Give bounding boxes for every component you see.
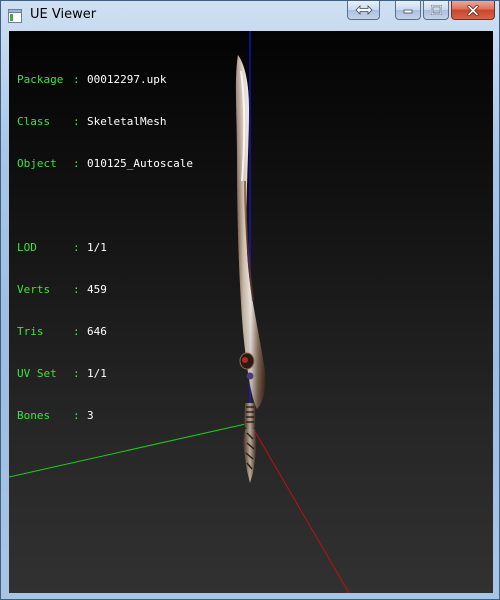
info-label: Package: [17, 73, 64, 86]
info-value: 3: [87, 409, 94, 422]
info-label: Class: [17, 115, 51, 128]
app-window: UE Viewer Package: 00012297.upk Class:…: [0, 0, 500, 600]
info-label: Verts: [17, 283, 51, 296]
close-button[interactable]: [451, 1, 495, 20]
info-label: Bones: [17, 409, 51, 422]
info-label: Object: [17, 157, 57, 170]
window-app-icon: [8, 9, 22, 23]
info-separator: :: [73, 241, 80, 254]
info-separator: :: [73, 367, 80, 380]
info-row-bones: Bones:3: [17, 409, 193, 423]
info-value: SkeletalMesh: [87, 115, 167, 128]
info-separator: :: [73, 115, 80, 128]
info-value: 010125_Autoscale: [87, 157, 193, 170]
title-bar[interactable]: UE Viewer: [1, 1, 500, 31]
info-row-lod: LOD:1/1: [17, 241, 193, 255]
info-row-class: Class: SkeletalMesh: [17, 115, 193, 129]
render-viewport[interactable]: Package:00012297.upk Class: SkeletalMesh …: [9, 31, 493, 593]
axis-x-line: [249, 422, 350, 593]
caption-buttons: [347, 1, 495, 21]
info-row-uv-set: UV Set:1/1: [17, 367, 193, 381]
info-separator: :: [73, 73, 80, 86]
minimize-button[interactable]: [395, 1, 421, 20]
swap-button[interactable]: [347, 1, 380, 20]
close-icon: [467, 4, 479, 16]
info-separator: :: [73, 283, 80, 296]
mesh-info-overlay: Package:00012297.upk Class: SkeletalMesh …: [17, 45, 193, 451]
info-separator: :: [73, 409, 80, 422]
minimize-icon: [403, 9, 413, 14]
maximize-button[interactable]: [423, 1, 449, 20]
info-row-tris: Tris:646: [17, 325, 193, 339]
info-value: 1/1: [87, 241, 107, 254]
info-value: 00012297.upk: [87, 73, 167, 86]
info-separator: :: [73, 325, 80, 338]
info-row-package: Package:00012297.upk: [17, 73, 193, 87]
info-value: 459: [87, 283, 107, 296]
info-row-verts: Verts:459: [17, 283, 193, 297]
sword-mesh: [235, 55, 266, 483]
maximize-icon: [430, 5, 442, 15]
info-value: 1/1: [87, 367, 107, 380]
info-label: UV Set: [17, 367, 57, 380]
info-separator: :: [73, 157, 80, 170]
info-row-object: Object:010125_Autoscale: [17, 157, 193, 171]
info-value: 646: [87, 325, 107, 338]
arrows-left-right-icon: [354, 5, 373, 15]
window-title: UE Viewer: [30, 7, 97, 22]
info-label: LOD: [17, 241, 37, 254]
info-label: Tris: [17, 325, 44, 338]
